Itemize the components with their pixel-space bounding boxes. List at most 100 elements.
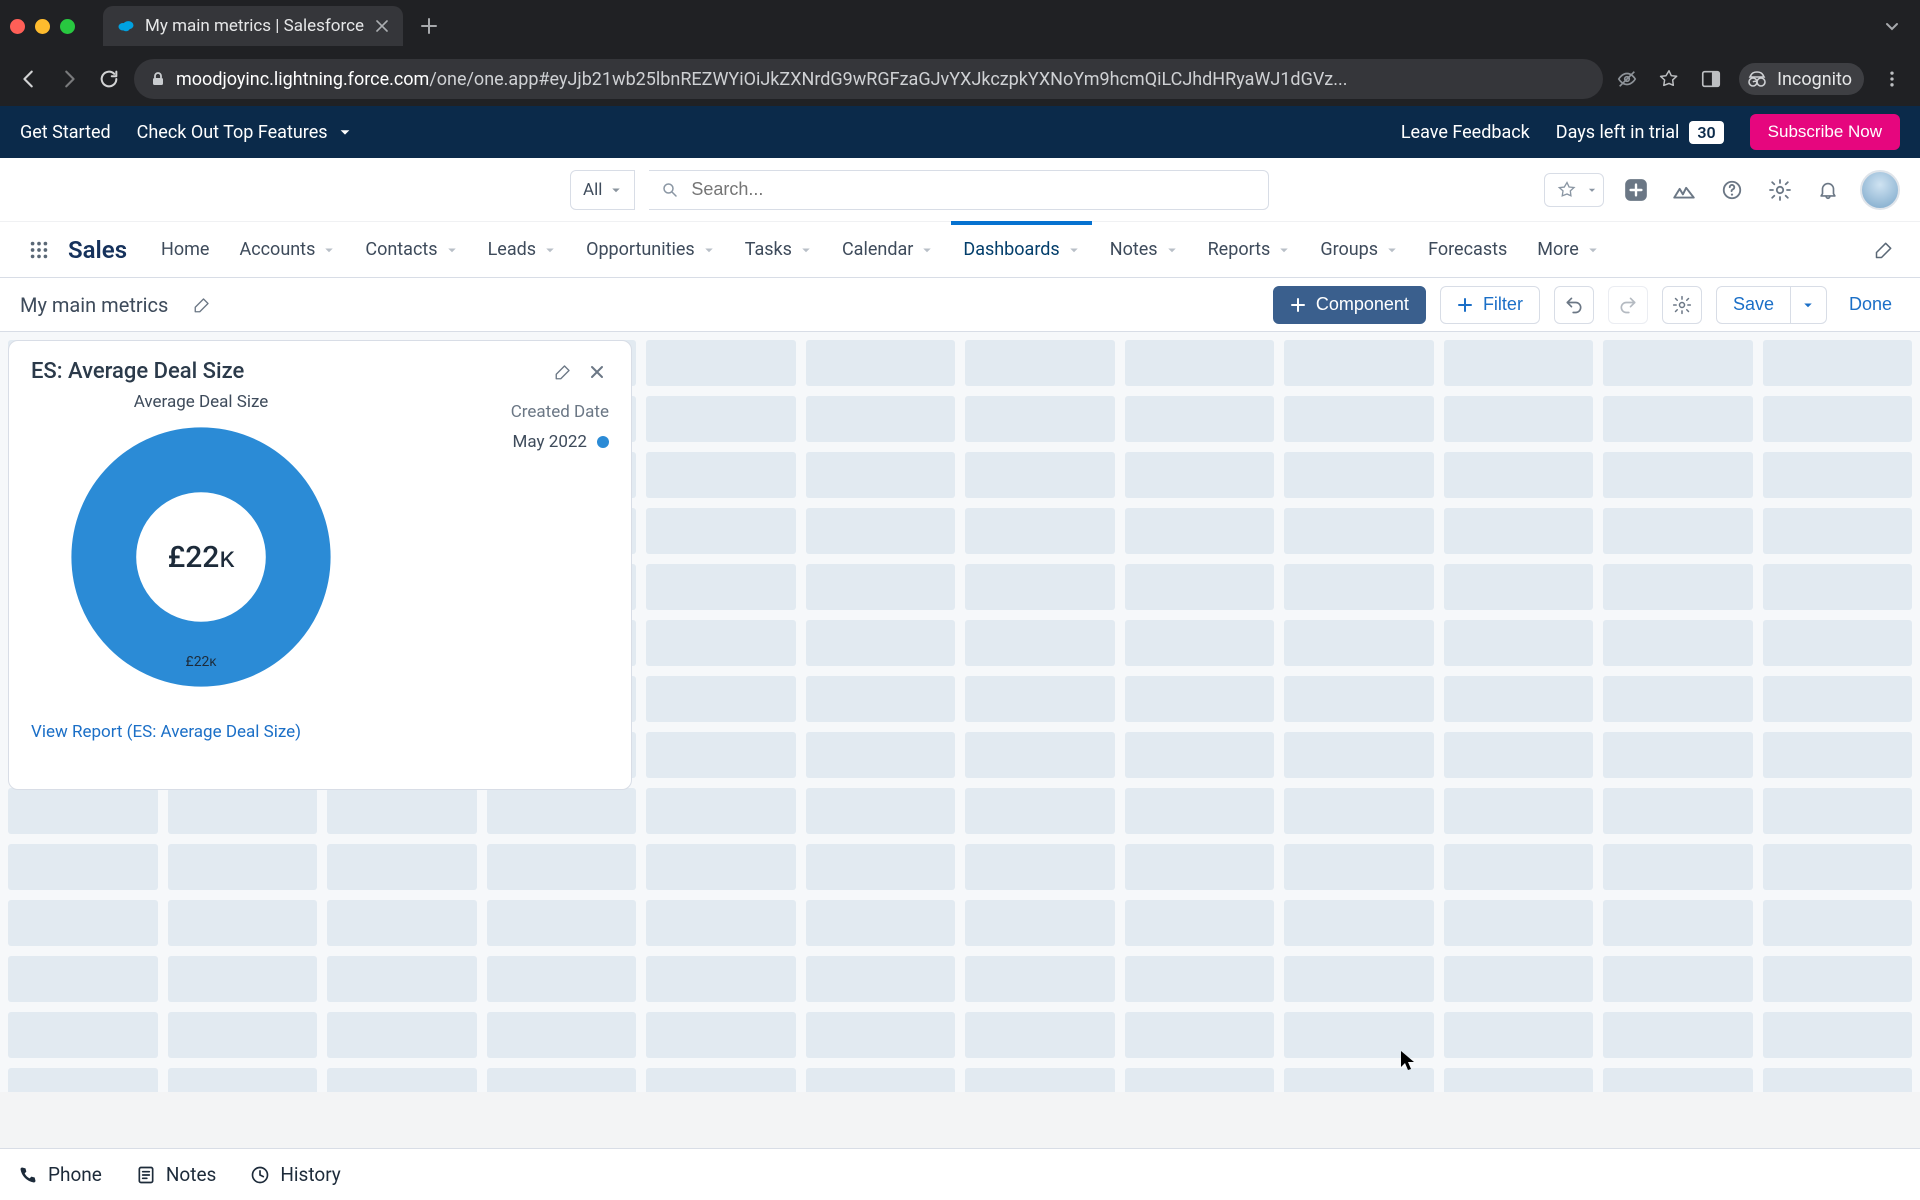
grid-cell[interactable] xyxy=(1125,956,1275,1002)
grid-cell[interactable] xyxy=(1763,340,1913,386)
grid-cell[interactable] xyxy=(1444,956,1594,1002)
grid-cell[interactable] xyxy=(327,788,477,834)
grid-cell[interactable] xyxy=(168,900,318,946)
grid-cell[interactable] xyxy=(1763,788,1913,834)
grid-cell[interactable] xyxy=(1284,788,1434,834)
grid-cell[interactable] xyxy=(646,676,796,722)
edit-title-icon[interactable] xyxy=(188,291,216,319)
grid-cell[interactable] xyxy=(965,732,1115,778)
grid-cell[interactable] xyxy=(168,844,318,890)
grid-cell[interactable] xyxy=(8,788,158,834)
grid-cell[interactable] xyxy=(965,564,1115,610)
grid-cell[interactable] xyxy=(1603,564,1753,610)
grid-cell[interactable] xyxy=(1284,564,1434,610)
grid-cell[interactable] xyxy=(327,1068,477,1092)
incognito-chip[interactable]: Incognito xyxy=(1739,63,1864,95)
chevron-down-icon[interactable] xyxy=(1068,244,1080,256)
grid-cell[interactable] xyxy=(965,1068,1115,1092)
grid-cell[interactable] xyxy=(965,788,1115,834)
edit-nav-icon[interactable] xyxy=(1864,222,1904,277)
grid-cell[interactable] xyxy=(1444,788,1594,834)
grid-cell[interactable] xyxy=(1603,452,1753,498)
grid-cell[interactable] xyxy=(327,1012,477,1058)
grid-cell[interactable] xyxy=(1284,844,1434,890)
nav-tab-reports[interactable]: Reports xyxy=(1196,222,1303,277)
chevron-down-icon[interactable] xyxy=(1386,244,1398,256)
grid-cell[interactable] xyxy=(1444,508,1594,554)
grid-cell[interactable] xyxy=(646,1068,796,1092)
mac-minimize-dot[interactable] xyxy=(35,19,50,34)
eye-off-icon[interactable] xyxy=(1613,65,1641,93)
grid-cell[interactable] xyxy=(1125,676,1275,722)
nav-tab-leads[interactable]: Leads xyxy=(476,222,568,277)
grid-cell[interactable] xyxy=(1763,1012,1913,1058)
grid-cell[interactable] xyxy=(1125,844,1275,890)
get-started-link[interactable]: Get Started xyxy=(20,122,111,143)
grid-cell[interactable] xyxy=(1444,844,1594,890)
grid-cell[interactable] xyxy=(1284,732,1434,778)
grid-cell[interactable] xyxy=(168,1012,318,1058)
grid-cell[interactable] xyxy=(1444,1068,1594,1092)
grid-cell[interactable] xyxy=(1763,732,1913,778)
grid-cell[interactable] xyxy=(1125,340,1275,386)
global-add-icon[interactable] xyxy=(1620,174,1652,206)
nav-tab-calendar[interactable]: Calendar xyxy=(830,222,945,277)
chevron-down-icon[interactable] xyxy=(1278,244,1290,256)
grid-cell[interactable] xyxy=(1284,676,1434,722)
grid-cell[interactable] xyxy=(1603,676,1753,722)
help-icon[interactable] xyxy=(1716,174,1748,206)
grid-cell[interactable] xyxy=(1125,788,1275,834)
user-avatar[interactable] xyxy=(1860,170,1900,210)
browser-back-button[interactable] xyxy=(14,64,44,94)
nav-tab-home[interactable]: Home xyxy=(149,222,221,277)
grid-cell[interactable] xyxy=(965,620,1115,666)
grid-cell[interactable] xyxy=(646,620,796,666)
tabstrip-chevron-icon[interactable] xyxy=(1878,12,1906,40)
grid-cell[interactable] xyxy=(1603,1068,1753,1092)
grid-cell[interactable] xyxy=(1763,1068,1913,1092)
grid-cell[interactable] xyxy=(806,564,956,610)
grid-cell[interactable] xyxy=(646,956,796,1002)
grid-cell[interactable] xyxy=(1125,564,1275,610)
grid-cell[interactable] xyxy=(1125,1068,1275,1092)
grid-cell[interactable] xyxy=(1444,620,1594,666)
grid-cell[interactable] xyxy=(965,676,1115,722)
chevron-down-icon[interactable] xyxy=(800,244,812,256)
chevron-down-icon[interactable] xyxy=(544,244,556,256)
grid-cell[interactable] xyxy=(1284,340,1434,386)
add-filter-button[interactable]: Filter xyxy=(1440,286,1540,324)
grid-cell[interactable] xyxy=(965,844,1115,890)
grid-cell[interactable] xyxy=(327,956,477,1002)
subscribe-button[interactable]: Subscribe Now xyxy=(1750,114,1900,150)
global-search-input[interactable] xyxy=(689,178,1256,201)
grid-cell[interactable] xyxy=(965,452,1115,498)
grid-cell[interactable] xyxy=(806,956,956,1002)
top-features-dropdown[interactable]: Check Out Top Features xyxy=(137,122,352,143)
grid-cell[interactable] xyxy=(168,956,318,1002)
nav-tab-forecasts[interactable]: Forecasts xyxy=(1416,222,1519,277)
dock-notes[interactable]: Notes xyxy=(136,1163,217,1186)
grid-cell[interactable] xyxy=(646,452,796,498)
grid-cell[interactable] xyxy=(487,900,637,946)
tab-close-icon[interactable] xyxy=(375,19,389,33)
chevron-down-icon[interactable] xyxy=(446,244,458,256)
grid-cell[interactable] xyxy=(1603,340,1753,386)
nav-tab-more[interactable]: More xyxy=(1525,222,1610,277)
grid-cell[interactable] xyxy=(487,788,637,834)
grid-cell[interactable] xyxy=(806,1068,956,1092)
grid-cell[interactable] xyxy=(8,1012,158,1058)
grid-cell[interactable] xyxy=(1284,452,1434,498)
grid-cell[interactable] xyxy=(965,508,1115,554)
grid-cell[interactable] xyxy=(1125,620,1275,666)
side-panel-icon[interactable] xyxy=(1697,65,1725,93)
grid-cell[interactable] xyxy=(487,1012,637,1058)
new-tab-button[interactable] xyxy=(413,10,445,42)
grid-cell[interactable] xyxy=(1603,396,1753,442)
grid-cell[interactable] xyxy=(1763,396,1913,442)
save-button[interactable]: Save xyxy=(1716,286,1791,324)
grid-cell[interactable] xyxy=(1284,956,1434,1002)
grid-cell[interactable] xyxy=(1444,1012,1594,1058)
grid-cell[interactable] xyxy=(487,956,637,1002)
settings-gear-icon[interactable] xyxy=(1764,174,1796,206)
grid-cell[interactable] xyxy=(1444,396,1594,442)
